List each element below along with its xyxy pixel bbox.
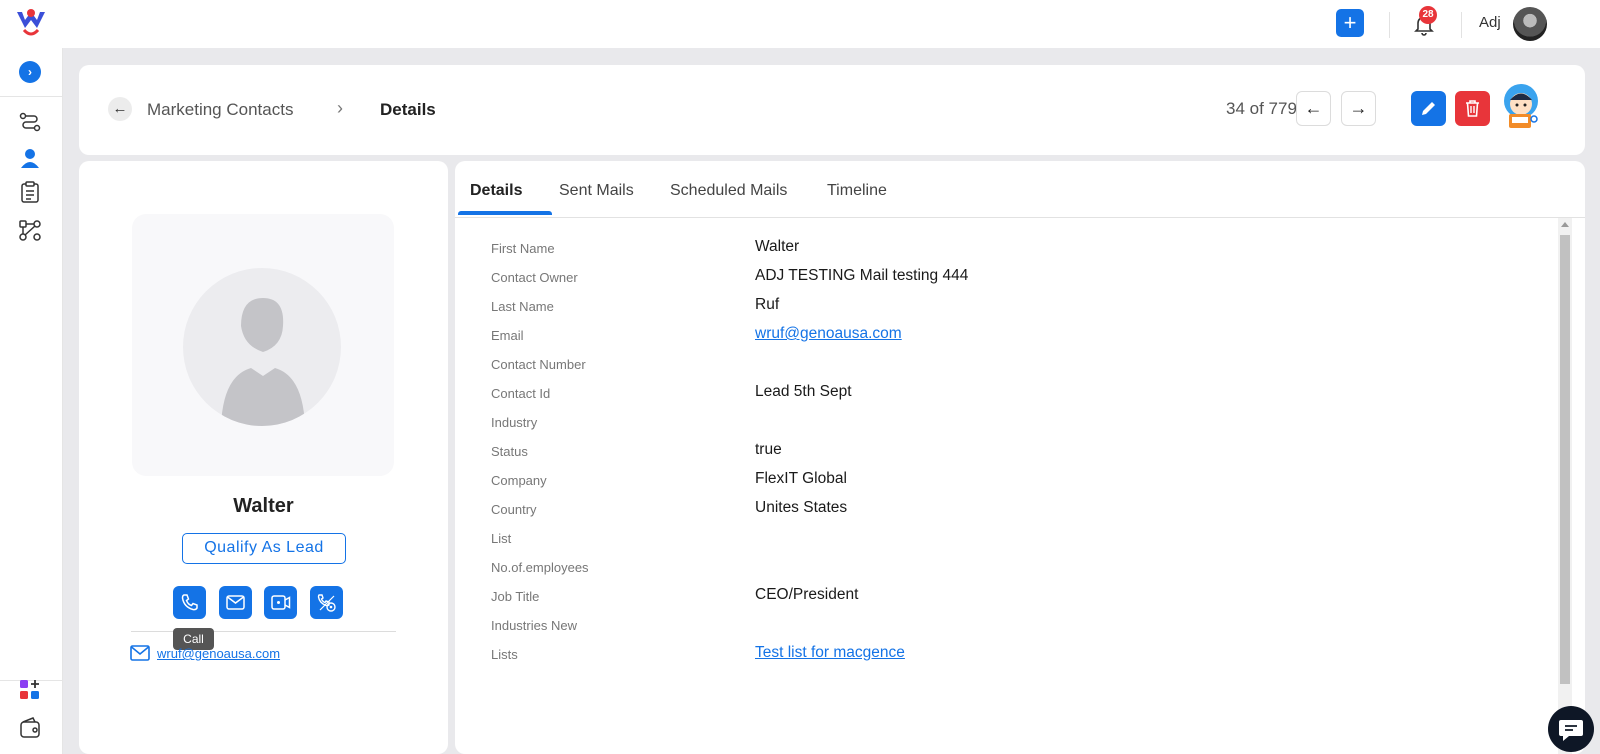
call-button[interactable] (173, 586, 206, 619)
details-panel: Details Sent Mails Scheduled Mails Timel… (455, 161, 1585, 754)
field-value: true (755, 441, 782, 458)
video-icon (271, 595, 291, 610)
contact-profile-card: Walter Qualify As Lead Call wruf@genoaus… (79, 161, 448, 754)
diagram-icon[interactable] (18, 218, 42, 242)
user-avatar[interactable] (1513, 7, 1547, 41)
field-label: Company (491, 473, 547, 488)
qualify-as-lead-button[interactable]: Qualify As Lead (182, 533, 346, 564)
chat-icon (1559, 720, 1583, 741)
call-settings-icon (317, 594, 336, 612)
email-button[interactable] (219, 586, 252, 619)
pencil-icon (1422, 102, 1435, 115)
field-label: Contact Number (491, 357, 586, 372)
field-label: Industries New (491, 618, 577, 633)
divider (0, 96, 63, 97)
scrollbar-thumb[interactable] (1560, 235, 1570, 684)
workflow-icon[interactable] (18, 110, 42, 134)
call-settings-button[interactable] (310, 586, 343, 619)
record-counter: 34 of 7797 (1226, 99, 1307, 118)
tab-bar: Details Sent Mails Scheduled Mails Timel… (455, 161, 1585, 218)
left-nav-rail: › (0, 48, 63, 754)
active-tab-indicator (458, 211, 552, 215)
divider (1461, 12, 1462, 38)
contacts-icon[interactable] (18, 146, 42, 170)
user-name[interactable]: Adj (1479, 14, 1501, 31)
field-label: Contact Id (491, 386, 551, 401)
chat-button[interactable] (1548, 706, 1594, 752)
previous-record-button[interactable]: ← (1296, 91, 1331, 126)
field-value: Walter (755, 238, 800, 255)
apps-icon[interactable] (18, 678, 42, 702)
clipboard-icon[interactable] (18, 180, 42, 204)
field-value: Lead 5th Sept (755, 383, 852, 400)
wallet-icon[interactable] (18, 716, 42, 740)
contact-email-link[interactable]: wruf@genoausa.com (157, 646, 280, 661)
add-button[interactable]: + (1336, 9, 1364, 37)
tab-sent-mails[interactable]: Sent Mails (559, 182, 634, 200)
scroll-up-arrow[interactable] (1561, 222, 1569, 227)
mail-icon (130, 645, 150, 661)
notification-count-badge: 28 (1419, 6, 1437, 24)
avatar-container (132, 214, 394, 476)
field-value: Ruf (755, 296, 780, 313)
field-value: ADJ TESTING Mail testing 444 (755, 267, 969, 284)
app-logo-icon[interactable] (14, 6, 48, 40)
person-placeholder-icon (221, 298, 305, 426)
email-link[interactable]: wruf@genoausa.com (755, 325, 902, 343)
field-value: Unites States (755, 499, 848, 516)
tab-timeline[interactable]: Timeline (827, 182, 887, 200)
field-label: Country (491, 502, 537, 517)
field-label: Last Name (491, 299, 554, 314)
scrollbar[interactable] (1558, 218, 1572, 754)
field-label: First Name (491, 241, 555, 256)
arrow-left-icon: ← (112, 100, 128, 117)
divider (131, 631, 396, 632)
breadcrumb-separator: › (337, 98, 343, 118)
top-bar: + 28 Adj (0, 0, 1600, 48)
tab-scheduled-mails[interactable]: Scheduled Mails (670, 182, 787, 200)
video-call-button[interactable] (264, 586, 297, 619)
assistant-mascot-icon[interactable] (1501, 83, 1545, 133)
edit-button[interactable] (1411, 91, 1446, 126)
contact-name: Walter (233, 495, 294, 517)
field-label: Email (491, 328, 524, 343)
trash-icon (1466, 100, 1479, 117)
field-value: CEO/President (755, 586, 859, 603)
field-label: List (491, 531, 512, 546)
avatar (183, 268, 341, 426)
field-label: Status (491, 444, 528, 459)
plus-icon: + (1343, 10, 1357, 35)
tab-details[interactable]: Details (470, 182, 522, 200)
divider (1389, 12, 1390, 38)
mail-icon (226, 595, 245, 610)
next-record-button[interactable]: → (1341, 91, 1376, 126)
back-button[interactable]: ← (108, 97, 132, 121)
chevron-right-icon: › (28, 65, 32, 79)
breadcrumb-current: Details (380, 100, 436, 119)
record-header: ← Marketing Contacts › Details 34 of 779… (79, 65, 1585, 155)
expand-sidebar-button[interactable]: › (19, 61, 41, 83)
field-value: FlexIT Global (755, 470, 847, 487)
list-link[interactable]: Test list for macgence (755, 644, 905, 662)
field-label: No.of.employees (491, 560, 589, 575)
phone-icon (181, 594, 198, 611)
field-label: Contact Owner (491, 270, 578, 285)
field-label: Industry (491, 415, 538, 430)
field-label: Job Title (491, 589, 540, 604)
breadcrumb-parent[interactable]: Marketing Contacts (147, 100, 293, 120)
field-label: Lists (491, 647, 518, 662)
delete-button[interactable] (1455, 91, 1490, 126)
